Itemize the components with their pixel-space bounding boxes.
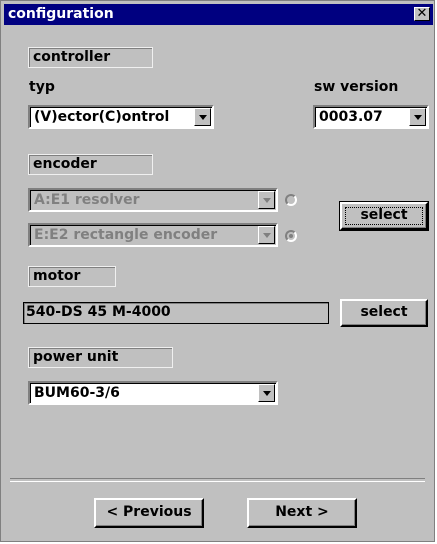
- power-unit-value: BUM60-3/6: [34, 385, 120, 401]
- motor-group-label: motor: [28, 266, 116, 287]
- chevron-down-icon: [414, 115, 422, 120]
- encoder-e1-value: A:E1 resolver: [34, 192, 140, 208]
- power-unit-dropdown[interactable]: BUM60-3/6: [28, 381, 278, 405]
- previous-label: < Previous: [106, 504, 192, 520]
- typ-dropdown-button[interactable]: [194, 108, 211, 126]
- chevron-down-icon: [263, 198, 271, 203]
- sw-version-dropdown-button[interactable]: [409, 108, 426, 126]
- encoder-e1-radio[interactable]: [285, 194, 297, 206]
- controller-group-label: controller: [28, 47, 153, 68]
- typ-dropdown[interactable]: (V)ector(C)ontrol: [28, 105, 214, 129]
- encoder-e2-dropdown[interactable]: E:E2 rectangle encoder: [28, 223, 278, 247]
- encoder-e2-radio[interactable]: [285, 230, 297, 242]
- motor-select-button[interactable]: select: [340, 299, 428, 327]
- encoder-group-label: encoder: [28, 154, 153, 175]
- previous-button[interactable]: < Previous: [94, 498, 204, 528]
- focus-rect: [345, 207, 423, 225]
- window-title: configuration: [8, 6, 114, 22]
- sw-version-label: sw version: [314, 79, 399, 95]
- encoder-e1-dropdown-button[interactable]: [258, 191, 275, 209]
- power-unit-dropdown-button[interactable]: [258, 384, 275, 402]
- close-button[interactable]: ✕: [414, 7, 430, 21]
- power-unit-group-label: power unit: [28, 347, 173, 368]
- chevron-down-icon: [263, 233, 271, 238]
- motor-select-label: select: [360, 304, 408, 320]
- encoder-e1-dropdown[interactable]: A:E1 resolver: [28, 188, 278, 212]
- next-button[interactable]: Next >: [247, 498, 357, 528]
- chevron-down-icon: [263, 391, 271, 396]
- separator: [10, 478, 425, 482]
- typ-value: (V)ector(C)ontrol: [34, 109, 170, 125]
- sw-version-dropdown[interactable]: 0003.07: [313, 105, 429, 129]
- radio-selected-dot: [289, 234, 293, 238]
- motor-value-field: 540-DS 45 M-4000: [23, 302, 329, 324]
- encoder-e2-dropdown-button[interactable]: [258, 226, 275, 244]
- typ-label: typ: [29, 79, 55, 95]
- configuration-dialog: configuration ✕ controller typ sw versio…: [0, 0, 435, 542]
- sw-version-value: 0003.07: [319, 109, 383, 125]
- encoder-select-button[interactable]: select: [339, 201, 429, 231]
- title-bar: configuration ✕: [4, 4, 433, 25]
- encoder-e2-value: E:E2 rectangle encoder: [34, 227, 218, 243]
- close-icon: ✕: [416, 6, 428, 21]
- next-label: Next >: [275, 504, 329, 520]
- chevron-down-icon: [199, 115, 207, 120]
